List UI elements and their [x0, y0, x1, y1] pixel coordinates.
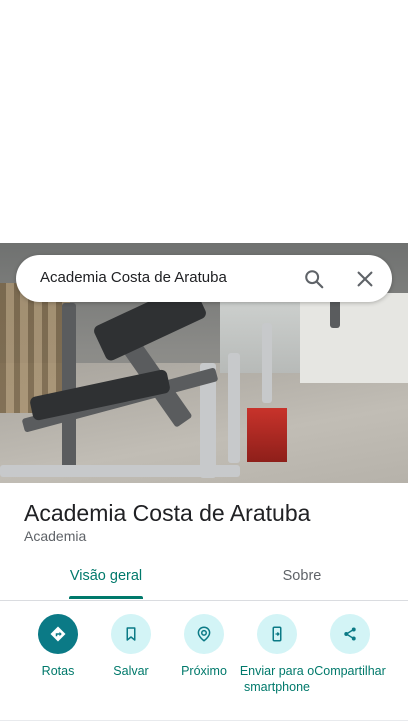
place-tabs: Visão geral Sobre	[0, 558, 408, 601]
send-to-phone-icon	[257, 614, 297, 654]
close-icon[interactable]	[349, 263, 381, 295]
search-bar[interactable]: Academia Costa de Aratuba	[16, 255, 392, 302]
photo-rack	[262, 323, 272, 403]
send-to-phone-button[interactable]: Enviar para o smartphone	[237, 614, 317, 695]
share-label: Compartilhar	[314, 664, 386, 678]
place-title: Academia Costa de Aratuba	[24, 500, 311, 526]
nearby-label: Próximo	[181, 664, 227, 678]
search-input[interactable]: Academia Costa de Aratuba	[40, 269, 227, 286]
bottom-divider	[0, 720, 408, 721]
photo-wall-right	[300, 293, 408, 383]
search-icon[interactable]	[298, 263, 330, 295]
directions-label: Rotas	[41, 664, 75, 678]
send-to-phone-label: Enviar para o smartphone	[239, 664, 315, 694]
map-area-blank	[0, 0, 408, 243]
save-label: Salvar	[113, 664, 149, 678]
photo-rack	[330, 298, 340, 328]
directions-button[interactable]: Rotas	[18, 614, 98, 679]
photo-machine-frame	[228, 353, 240, 463]
save-button[interactable]: Salvar	[91, 614, 171, 679]
tab-overview[interactable]: Visão geral	[0, 568, 212, 584]
photo-machine-frame	[0, 465, 240, 477]
place-category[interactable]: Academia	[24, 528, 86, 544]
tab-selected-indicator	[69, 596, 143, 599]
tab-about[interactable]: Sobre	[196, 568, 408, 584]
share-button[interactable]: Compartilhar	[310, 614, 390, 679]
nearby-icon	[184, 614, 224, 654]
share-icon	[330, 614, 370, 654]
photo-red-platform	[247, 408, 287, 462]
bookmark-icon	[111, 614, 151, 654]
directions-icon	[38, 614, 78, 654]
nearby-button[interactable]: Próximo	[164, 614, 244, 679]
